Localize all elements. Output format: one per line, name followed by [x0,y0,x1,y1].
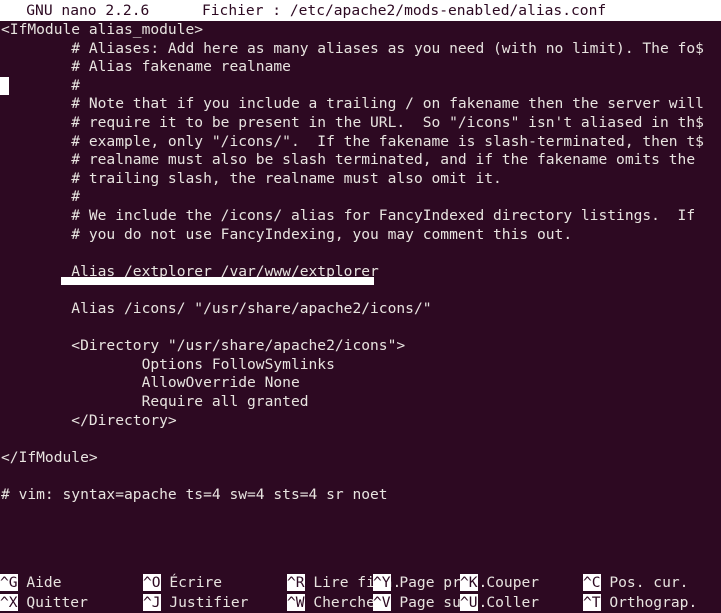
editor-line[interactable] [0,319,721,338]
shortcut-label: Pos. cur. [600,574,689,591]
editor-line-text: <IfModule alias_module> [1,21,204,38]
editor-line[interactable] [0,467,721,486]
editor-line[interactable]: # vim: syntax=apache ts=4 sw=4 sts=4 sr … [0,486,721,505]
shortcut-label: Quitter [17,593,88,611]
shortcut-key: ^O [143,574,161,591]
terminal-screen: GNU nano 2.2.6 Fichier : /etc/apache2/mo… [0,0,721,613]
shortcut-ctrl-c[interactable]: ^C Pos. cur. [583,573,688,593]
shortcut-key: ^C [583,574,601,591]
shortcut-ctrl-o[interactable]: ^O Écrire [143,573,222,593]
shortcut-ctrl-w[interactable]: ^W Chercher [287,593,384,613]
editor-line[interactable]: # [0,77,721,96]
editor-line[interactable]: Options FollowSymlinks [0,356,721,375]
editor-line[interactable]: <Directory "/usr/share/apache2/icons"> [0,337,721,356]
shortcut-key: ^V [373,593,391,611]
shortcut-ctrl-x[interactable]: ^X Quitter [0,593,88,613]
shortcut-row-2: ^X Quitter ^J Justifier ^W Chercher ^V Page… [0,593,721,613]
editor-line-text: # Aliases: Add here as many aliases as y… [1,39,704,57]
shortcut-ctrl-j[interactable]: ^J Justifier [143,593,248,613]
editor-line[interactable]: # realname must also be slash terminated… [0,151,721,170]
editor-line-text: # Note that if you include a trailing / … [1,95,704,113]
editor-line[interactable]: # require it to be present in the URL. S… [0,114,721,133]
editor-line-text: # require it to be present in the URL. S… [1,114,704,131]
annotation-highlight-bar [60,277,375,286]
editor-line-text: # example, only "/icons/". If the fakena… [1,132,704,150]
shortcut-label: Couper [477,574,540,591]
nano-title-bar: GNU nano 2.2.6 Fichier : /etc/apache2/mo… [0,0,721,21]
nano-shortcut-bar: ^G Aide ^O Écrire ^R Lire fich. ^Y Page pré… [0,573,721,613]
editor-line-text: # realname must also be slash terminated… [1,151,696,169]
editor-line[interactable]: # [0,188,721,207]
nano-edit-area[interactable]: <IfModule alias_module> # Aliases: Add h… [0,21,721,549]
editor-line[interactable]: </IfModule> [0,449,721,468]
shortcut-ctrl-g[interactable]: ^G Aide [0,573,62,593]
shortcut-key: ^T [583,593,601,611]
editor-line-text: </Directory> [1,411,177,429]
editor-line[interactable]: Alias /icons/ "/usr/share/apache2/icons/… [0,300,721,319]
editor-line-text: # Alias fakename realname [1,58,291,76]
editor-line[interactable]: # trailing slash, the realname must also… [0,170,721,189]
shortcut-label: Écrire [160,574,223,591]
shortcut-label: Aide [17,574,62,591]
editor-line[interactable]: # Alias fakename realname [0,58,721,77]
shortcut-key: ^U [460,593,478,611]
shortcut-row-1: ^G Aide ^O Écrire ^R Lire fich. ^Y Page pré… [0,573,721,593]
editor-line-text: AllowOverride None [1,374,300,392]
shortcut-ctrl-t[interactable]: ^T Orthograp. [583,593,697,613]
editor-line[interactable]: AllowOverride None [0,374,721,393]
shortcut-label: Orthograp. [600,593,698,611]
shortcut-label: Justifier [160,593,249,611]
editor-line-text: Options FollowSymlinks [1,355,335,373]
editor-line-text: <Directory "/usr/share/apache2/icons"> [1,337,406,355]
editor-line[interactable]: <IfModule alias_module> [0,21,721,40]
shortcut-key: ^K [460,574,478,591]
shortcut-label: Coller [477,593,540,611]
shortcut-ctrl-k[interactable]: ^K Couper [460,573,539,593]
nano-title-text: GNU nano 2.2.6 Fichier : /etc/apache2/mo… [8,2,607,19]
editor-line[interactable] [0,430,721,449]
editor-line-text: # [1,188,81,206]
editor-line-text: # [1,76,81,94]
shortcut-key: ^J [143,593,161,611]
shortcut-key: ^X [0,593,18,611]
editor-line-text: # you do not use FancyIndexing, you may … [1,225,573,243]
editor-line[interactable]: # Note that if you include a trailing / … [0,95,721,114]
editor-line-text: # trailing slash, the realname must also… [1,169,502,187]
editor-line[interactable]: # you do not use FancyIndexing, you may … [0,226,721,245]
editor-line[interactable]: # example, only "/icons/". If the fakena… [0,133,721,152]
editor-line-text: Require all granted [1,393,309,410]
shortcut-key: ^Y [373,574,391,591]
editor-line[interactable] [0,244,721,263]
editor-line-text: # We include the /icons/ alias for Fancy… [1,207,696,224]
editor-line-text: Alias /icons/ "/usr/share/apache2/icons/… [1,300,432,317]
shortcut-key: ^W [287,593,305,611]
editor-line[interactable]: # Aliases: Add here as many aliases as y… [0,40,721,59]
editor-line-text: </IfModule> [1,448,98,466]
text-cursor [0,77,9,96]
shortcut-key: ^R [287,574,305,591]
editor-line[interactable]: # We include the /icons/ alias for Fancy… [0,207,721,226]
shortcut-label: Chercher [304,593,384,611]
editor-line[interactable]: </Directory> [0,412,721,431]
editor-line-text: # vim: syntax=apache ts=4 sw=4 sts=4 sr … [1,486,388,503]
shortcut-ctrl-u[interactable]: ^U Coller [460,593,539,613]
shortcut-key: ^G [0,574,18,591]
editor-line[interactable]: Require all granted [0,393,721,412]
